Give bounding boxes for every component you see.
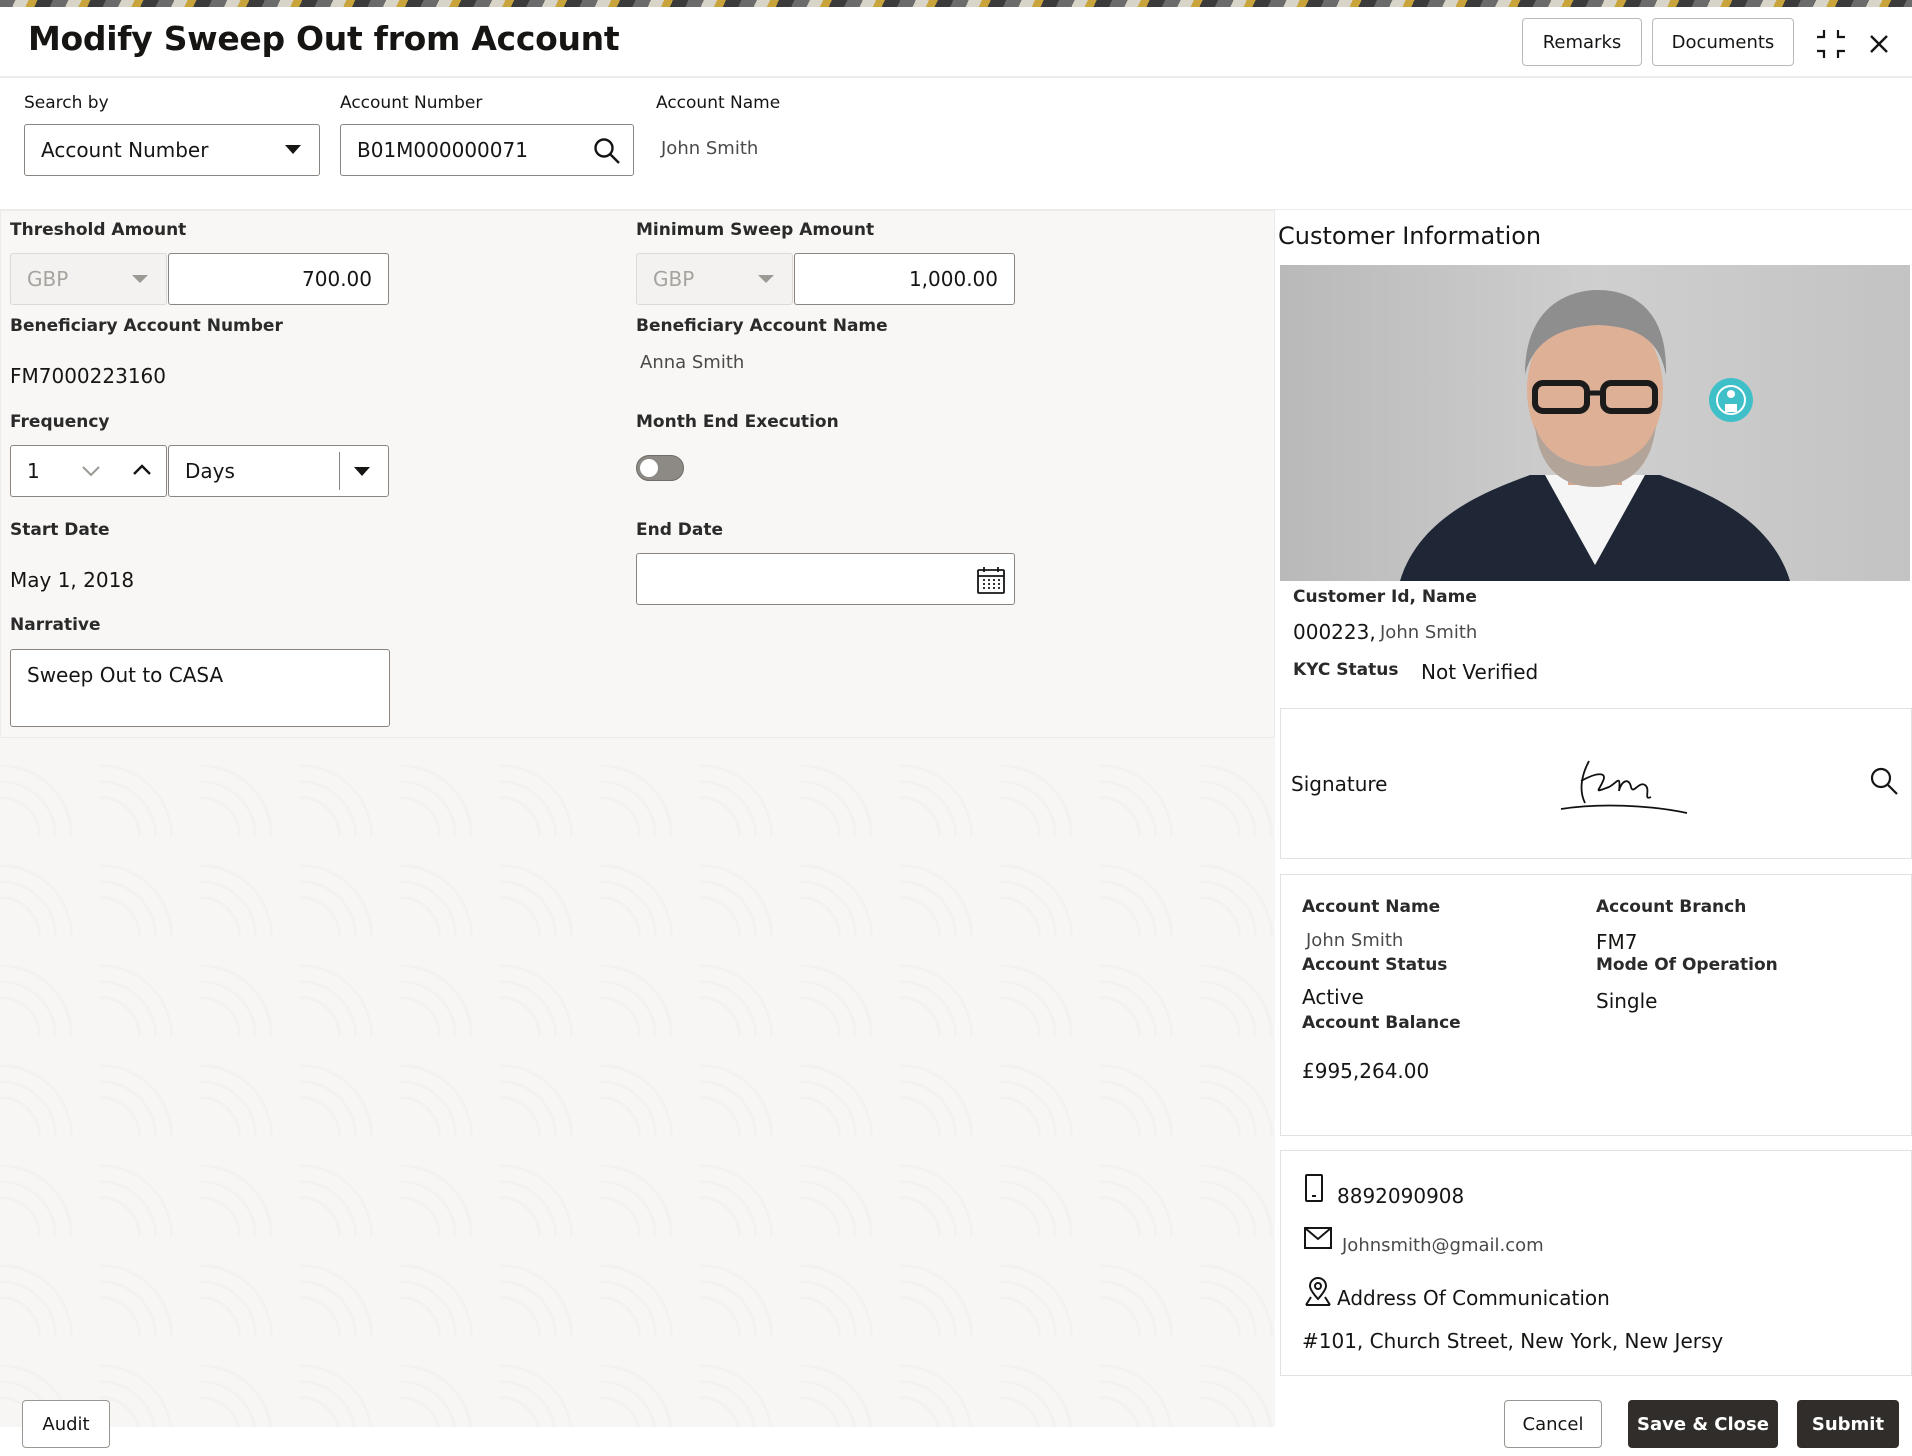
caret-down-icon [354,467,370,476]
toggle-knob [640,459,658,477]
customer-photo [1280,265,1910,581]
caret-down-icon [132,275,148,283]
frequency-value: 1 [27,459,40,483]
search-icon[interactable] [593,137,621,165]
mode-of-operation-value: Single [1596,989,1658,1013]
narrative-textarea[interactable]: Sweep Out to CASA [10,649,390,727]
threshold-currency-value: GBP [27,267,69,291]
frequency-unit-value: Days [185,459,235,483]
top-decorative-strip [0,0,1912,7]
beneficiary-account-name-value: Anna Smith [640,352,745,373]
search-row: Search by Account Number Account Number … [0,80,1912,210]
account-name-value: John Smith [661,138,759,159]
contact-card: 8892090908 Johnsmith@gmail.com Address O… [1280,1150,1912,1376]
documents-button[interactable]: Documents [1652,18,1794,66]
customer-id-name-label: Customer Id, Name [1293,587,1477,607]
end-date-label: End Date [636,520,724,540]
customer-info-title: Customer Information [1278,222,1542,250]
address-value: #101, Church Street, New York, New Jersy [1302,1329,1724,1353]
customer-info-card: Customer Information Customer Id, Name 0… [1278,210,1912,692]
signature-card: Signature [1280,708,1912,859]
kyc-status-value: Not Verified [1421,660,1539,684]
beneficiary-account-name-label: Beneficiary Account Name [636,316,888,336]
min-sweep-amount-value: 1,000.00 [908,267,998,291]
account-number-input[interactable]: B01M000000071 [340,124,634,176]
search-by-value: Account Number [41,138,209,162]
chevron-up-icon[interactable] [132,464,152,476]
account-name-detail-label: Account Name [1302,897,1441,917]
location-pin-icon [1305,1277,1331,1306]
caret-down-icon [758,275,774,283]
divider [339,452,340,490]
account-name-label: Account Name [656,93,781,113]
mode-of-operation-label: Mode Of Operation [1596,955,1778,975]
end-date-input[interactable] [636,553,1015,605]
account-name-detail-value: John Smith [1306,930,1404,951]
beneficiary-account-number-label: Beneficiary Account Number [10,316,283,336]
save-and-close-button[interactable]: Save & Close [1628,1400,1778,1448]
threshold-amount-input[interactable]: 700.00 [168,253,389,305]
account-status-value: Active [1302,985,1364,1009]
caret-down-icon [285,145,301,154]
threshold-amount-label: Threshold Amount [10,220,187,240]
min-sweep-currency-value: GBP [653,267,695,291]
address-label: Address Of Communication [1337,1286,1610,1310]
start-date-value: May 1, 2018 [10,568,135,592]
account-balance-value: £995,264.00 [1302,1059,1430,1083]
start-date-label: Start Date [10,520,110,540]
close-icon[interactable] [1862,27,1896,61]
page-title: Modify Sweep Out from Account [28,19,620,58]
month-end-execution-toggle[interactable] [636,455,684,481]
phone-icon [1305,1174,1323,1202]
account-number-label: Account Number [340,93,483,113]
search-by-label: Search by [24,93,109,113]
beneficiary-account-number-value: FM7000223160 [10,364,167,388]
account-number-value: B01M000000071 [357,138,528,162]
signature-image [1560,760,1688,814]
calendar-icon[interactable] [976,565,1006,595]
account-balance-label: Account Balance [1302,1013,1461,1033]
account-status-label: Account Status [1302,955,1448,975]
cancel-button[interactable]: Cancel [1504,1400,1602,1448]
threshold-amount-value: 700.00 [302,267,372,291]
frequency-label: Frequency [10,412,110,432]
month-end-execution-label: Month End Execution [636,412,839,432]
account-branch-label: Account Branch [1596,897,1747,917]
remarks-button[interactable]: Remarks [1522,18,1642,66]
submit-button[interactable]: Submit [1797,1400,1899,1448]
background-pattern [0,737,1275,1427]
narrative-label: Narrative [10,615,101,635]
signature-label: Signature [1291,772,1388,796]
page-header: Modify Sweep Out from Account Remarks Do… [0,7,1912,78]
frequency-unit-select[interactable]: Days [168,445,389,497]
minimize-icon[interactable] [1814,27,1848,61]
search-by-select[interactable]: Account Number [24,124,320,176]
narrative-value: Sweep Out to CASA [27,663,224,687]
min-sweep-amount-label: Minimum Sweep Amount [636,220,875,240]
customer-id-value: 000223, [1293,620,1376,644]
customer-name-value: John Smith [1380,622,1478,643]
signature-zoom-icon[interactable] [1869,766,1899,796]
account-details-card: Account Name John Smith Account Branch F… [1280,874,1912,1136]
mail-icon [1304,1227,1332,1249]
min-sweep-amount-input[interactable]: 1,000.00 [794,253,1015,305]
threshold-currency-select: GBP [10,253,167,305]
chevron-down-icon[interactable] [81,465,101,477]
frequency-stepper[interactable]: 1 [10,445,167,497]
min-sweep-currency-select: GBP [636,253,793,305]
account-branch-value: FM7 [1596,930,1638,954]
kyc-status-label: KYC Status [1293,660,1399,680]
customer-portrait-image [1400,290,1790,581]
email-value: Johnsmith@gmail.com [1342,1235,1544,1256]
audit-button[interactable]: Audit [22,1400,110,1448]
phone-value: 8892090908 [1337,1184,1465,1208]
